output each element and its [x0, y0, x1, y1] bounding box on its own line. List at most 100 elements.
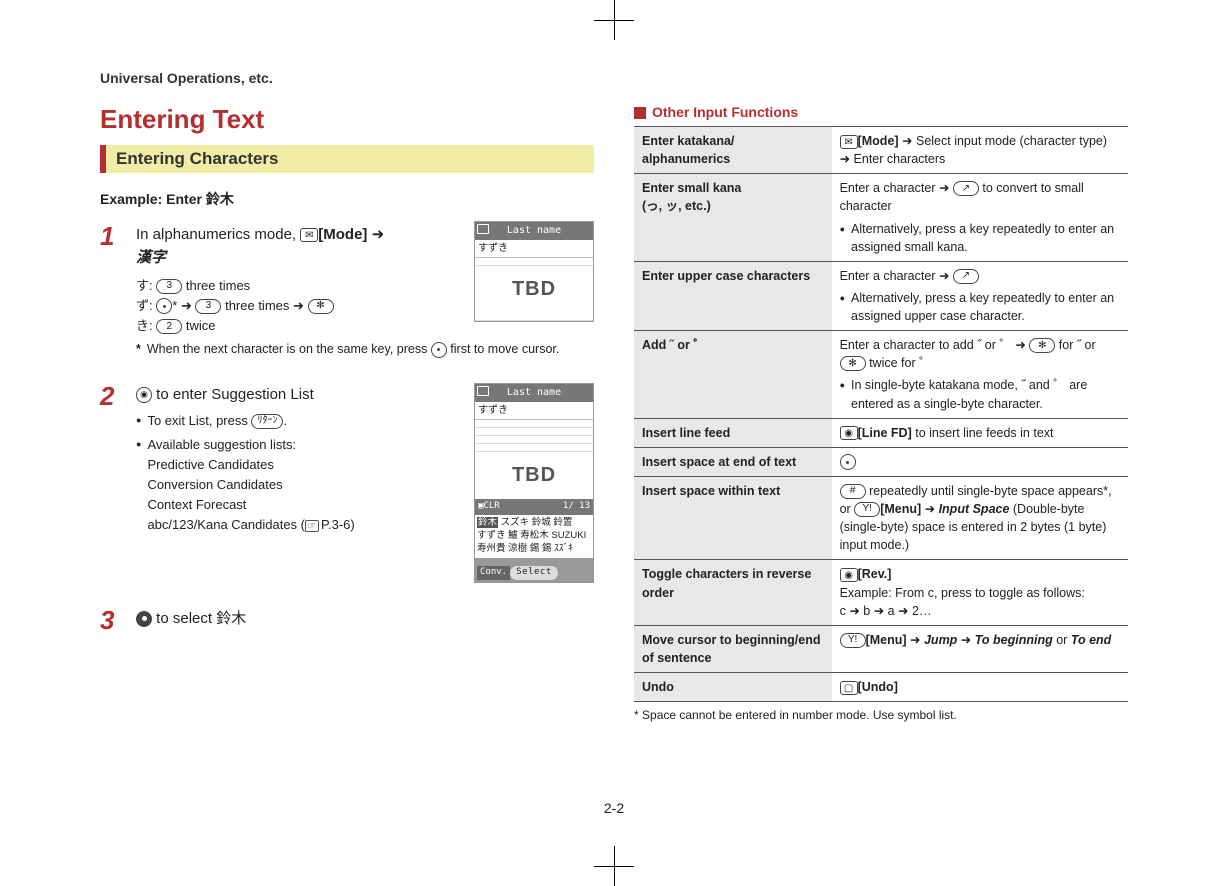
- bullet: Available suggestion lists: Predictive C…: [136, 435, 464, 536]
- key-3: 3: [156, 279, 182, 294]
- screen-title: Last name: [475, 384, 593, 402]
- row-label: Move cursor to beginning/end of sentence: [634, 625, 832, 672]
- step-2: 2 Last name すずき TBD ▣CLR 1/ 13 鈴木 スズキ 鈴: [100, 383, 594, 583]
- row-label: Enter upper case characters: [634, 261, 832, 330]
- table-row: Add ˝ or ゜ Enter a character to add ˝ or…: [634, 331, 1128, 419]
- text: Available suggestion lists:: [147, 437, 296, 452]
- arrow-icon: ➜: [907, 633, 924, 647]
- list-item: Conversion Candidates: [147, 477, 282, 492]
- text: to select 鈴木: [156, 610, 246, 627]
- heading-text: Other Input Functions: [652, 104, 798, 120]
- step-2-body: Last name すずき TBD ▣CLR 1/ 13 鈴木 スズキ 鈴城 鈴…: [136, 383, 594, 583]
- step-3-body: to select 鈴木: [136, 607, 594, 633]
- screen-title: Last name: [475, 222, 593, 240]
- hand-icon: [305, 520, 319, 532]
- row-desc: Y![Menu] ➜ Jump ➜ To beginning or To end: [832, 625, 1128, 672]
- select-label: Select: [510, 566, 558, 580]
- key-2: 2: [156, 319, 182, 334]
- text: to enter Suggestion List: [156, 386, 314, 403]
- call-key-icon: ↗: [953, 269, 979, 284]
- table-row: Enter upper case characters Enter a char…: [634, 261, 1128, 330]
- return-key: ﾘﾀｰﾝ: [251, 414, 283, 429]
- list-item: Context Forecast: [147, 497, 246, 512]
- phone-screen-b: Last name すずき TBD ▣CLR 1/ 13 鈴木 スズキ 鈴城 鈴…: [474, 383, 594, 583]
- menu-label: [Menu]: [866, 633, 907, 647]
- function-table: Enter katakana/ alphanumerics ✉[Mode] ➜ …: [634, 126, 1128, 702]
- bullet: Alternatively, press a key repeatedly to…: [840, 289, 1120, 325]
- row-label: Insert space at end of text: [634, 447, 832, 476]
- star-key-icon: ✻: [840, 356, 866, 371]
- arrow-icon: ➜: [921, 502, 938, 516]
- undo-label: [Undo]: [858, 680, 898, 694]
- camera-key-icon: ◉: [840, 426, 858, 440]
- row-desc: [832, 447, 1128, 476]
- down-key-icon: ◉: [136, 387, 152, 403]
- key-star: ✻: [308, 299, 334, 314]
- table-row: Move cursor to beginning/end of sentence…: [634, 625, 1128, 672]
- list-item: Predictive Candidates: [147, 457, 273, 472]
- row-label: Insert space within text: [634, 476, 832, 560]
- text: In single-byte katakana mode, ˝ and ゜ ar…: [851, 376, 1120, 412]
- nav-key-icon: [431, 342, 447, 358]
- y-key-icon: Y!: [854, 502, 880, 517]
- step-3: 3 to select 鈴木: [100, 607, 594, 633]
- or-text: or: [1053, 633, 1071, 647]
- note-text: When the next character is on the same k…: [147, 342, 431, 356]
- candidate-row: すずき 鱸 寿松木 SUZUKI: [477, 530, 591, 543]
- page-number: 2-2: [100, 800, 1128, 816]
- rev-label: [Rev.]: [858, 567, 892, 581]
- row-desc: ▢[Undo]: [832, 673, 1128, 702]
- bullet: In single-byte katakana mode, ˝ and ゜ ar…: [840, 376, 1120, 412]
- mail-icon: ✉: [300, 228, 318, 242]
- jump-label: Jump: [924, 633, 957, 647]
- tv-key-icon: ▢: [840, 681, 858, 695]
- table-row: Enter small kana (っ, ッ, etc.) Enter a ch…: [634, 174, 1128, 262]
- mode-label: [Line FD]: [858, 426, 912, 440]
- star-key-icon: ✻: [1029, 338, 1055, 353]
- screen-footer: Conv. Select: [475, 558, 593, 582]
- nav-key-icon: [156, 298, 172, 314]
- row-label: Enter katakana/ alphanumerics: [634, 127, 832, 174]
- row-desc: Enter a character to add ˝ or ゜ ➜ ✻ for …: [832, 331, 1128, 419]
- text: twice: [186, 318, 216, 333]
- candidate-row: 寿州貴 涼樹 錫 錫 ｽｽﾞｷ: [477, 543, 591, 556]
- step-1-body: Last name すずき TBD In alphanumerics mode,…: [136, 223, 594, 359]
- table-row: Insert line feed ◉[Line FD] to insert li…: [634, 418, 1128, 447]
- key-3: 3: [195, 299, 221, 314]
- mail-key-icon: ✉: [840, 135, 858, 149]
- asterisk: *: [172, 298, 177, 313]
- step-1: 1 Last name すずき TBD In alphanumerics mod…: [100, 223, 594, 359]
- text: three times: [186, 278, 250, 293]
- text: In alphanumerics mode,: [136, 226, 300, 243]
- center-key-icon: [136, 611, 152, 627]
- example-sequence: c ➜ b ➜ a ➜ 2…: [840, 604, 932, 618]
- char-label: ず:: [136, 298, 153, 313]
- example-label: Example: Enter 鈴木: [100, 189, 594, 209]
- kanji-label: 漢字: [136, 249, 166, 266]
- right-column: Other Input Functions Enter katakana/ al…: [634, 104, 1128, 780]
- char-label: き:: [136, 318, 153, 333]
- arrow-icon: ➜: [181, 298, 196, 313]
- row-desc: ◉[Rev.] Example: From c, press to toggle…: [832, 560, 1128, 625]
- text: to insert line feeds in text: [912, 426, 1054, 440]
- candidate-list: 鈴木 スズキ 鈴城 鈴置 すずき 鱸 寿松木 SUZUKI 寿州貴 涼樹 錫 錫…: [475, 515, 593, 557]
- text: Enter a character to add ˝ or ゜ ➜: [840, 338, 1030, 352]
- table-row: Insert space within text # repeatedly un…: [634, 476, 1128, 560]
- columns: Entering Text Entering Characters Exampl…: [100, 104, 1128, 780]
- call-key-icon: ↗: [953, 181, 979, 196]
- menu-label: [Menu]: [880, 502, 921, 516]
- arrow-icon: ➜: [957, 633, 974, 647]
- text: To exit List, press: [147, 413, 251, 428]
- to-beginning-label: To beginning: [975, 633, 1053, 647]
- screen-input: すずき: [475, 402, 593, 421]
- row-desc: ◉[Line FD] to insert line feeds in text: [832, 418, 1128, 447]
- row-label: Add ˝ or ゜: [634, 331, 832, 419]
- square-bullet-icon: [634, 107, 646, 119]
- candidate-highlighted: 鈴木: [477, 517, 498, 528]
- list-item-suffix: P.3-6): [321, 517, 355, 532]
- row-desc: # repeatedly until single-byte space app…: [832, 476, 1128, 560]
- row-label: Toggle characters in reverse order: [634, 560, 832, 625]
- row-desc: Enter a character ➜ ↗ to convert to smal…: [832, 174, 1128, 262]
- nav-key-icon: [840, 454, 856, 470]
- mode-label: [Mode]: [318, 226, 367, 243]
